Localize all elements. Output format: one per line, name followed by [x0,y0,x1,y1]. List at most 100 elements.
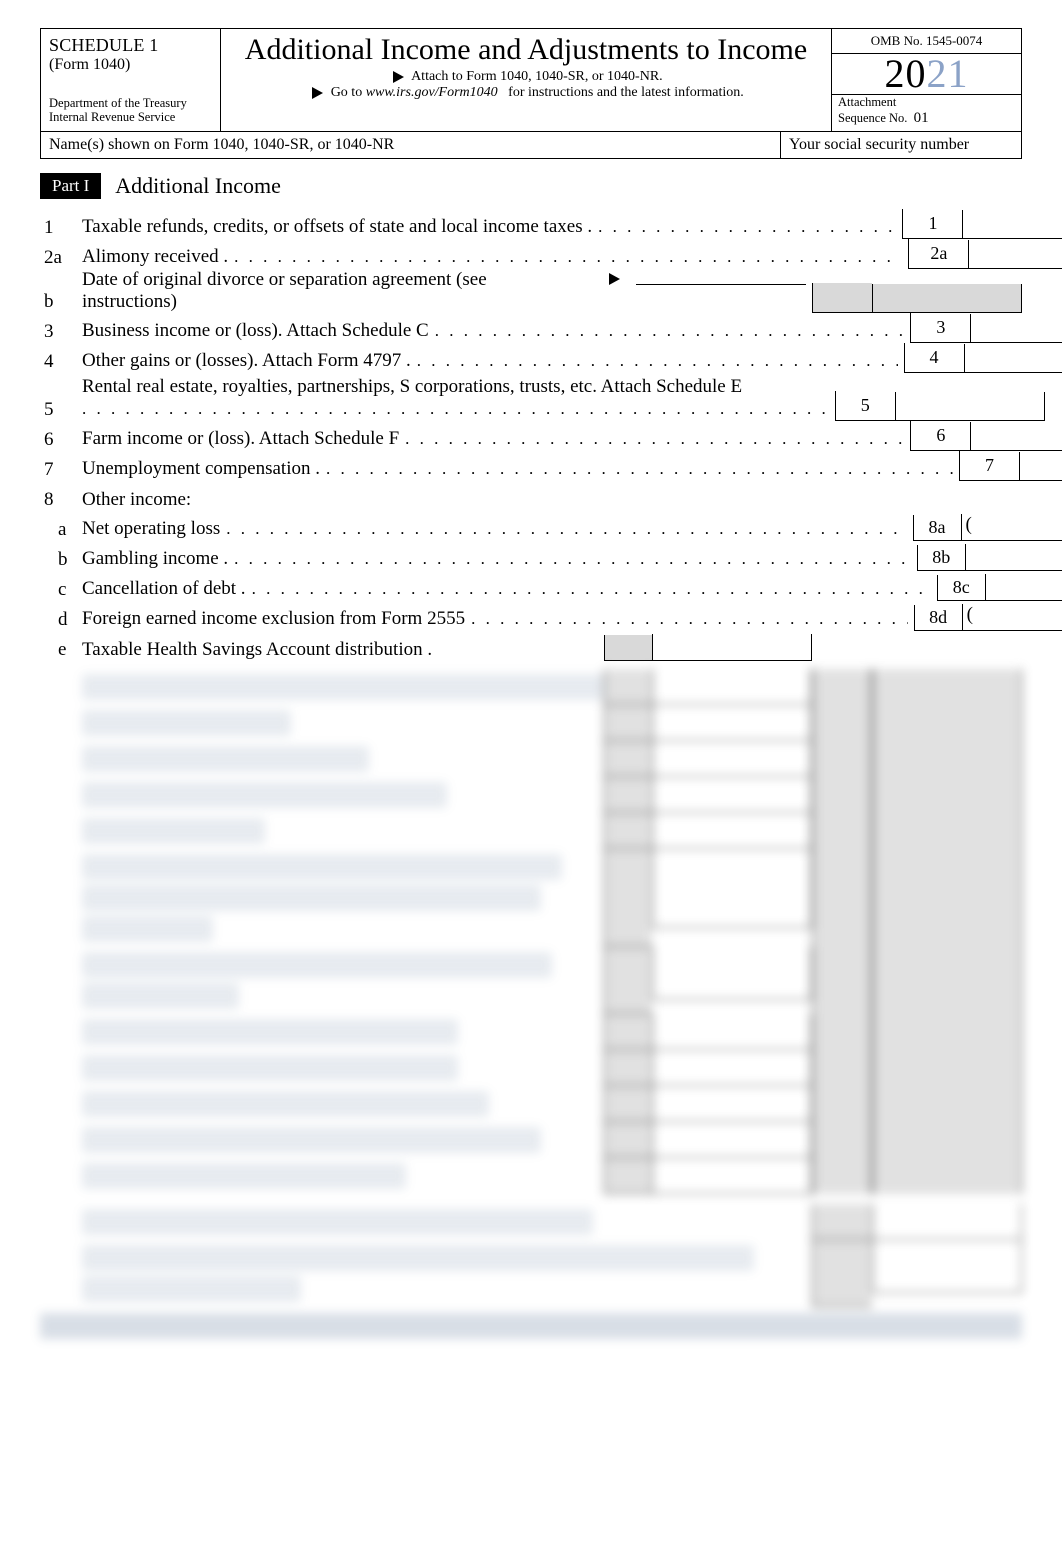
sequence-number: 01 [914,110,929,126]
attachment-label: Attachment [838,95,896,109]
line-number: d [40,609,82,631]
arrow-right-icon [393,71,404,83]
sub-amount-box[interactable] [965,544,1062,571]
amount-box[interactable] [962,210,1062,239]
amount-box[interactable] [970,422,1062,451]
amount-box-label: 6 [910,421,970,451]
year-second: 21 [927,51,969,96]
dot-leader [252,578,931,601]
line-8d: d Foreign earned income exclusion from F… [40,601,1022,631]
form-ref: (Form 1040) [49,56,212,74]
date-input[interactable] [636,284,806,285]
dot-leader [417,350,898,373]
line-number: 3 [40,321,82,343]
line-8c: c Cancellation of debt . 8c [40,571,1022,601]
line-3: 3 Business income or (loss). Attach Sche… [40,313,1022,343]
goto-prefix: Go to [331,85,363,100]
part1-bar: Part I Additional Income [40,173,1022,199]
amount-box[interactable] [895,392,1045,421]
line-text: Date of original divorce or separation a… [82,269,584,313]
arrow-right-icon [312,87,323,99]
attach-to-text: Attach to Form 1040, 1040-SR, or 1040-NR… [411,69,663,84]
line-text: Farm income or (loss). Attach Schedule F [82,428,399,450]
dot-leader [326,458,953,481]
amount-box-label: 4 [904,343,964,373]
line-text: Gambling income . [82,548,228,570]
amount-box-label: 3 [910,313,970,343]
line-number: b [40,291,82,313]
amount-box-shaded [872,284,1022,313]
paren-open: ( [966,514,972,536]
line-number: 8 [40,489,82,511]
dot-leader [471,608,907,631]
ssn-label: Your social security number [781,132,1021,158]
title-cell: Additional Income and Adjustments to Inc… [221,29,831,131]
amount-box-label-shaded [812,283,872,313]
line-5: 5 Rental real estate, royalties, partner… [40,373,1022,421]
line-number: b [40,549,82,571]
form-header: SCHEDULE 1 (Form 1040) Department of the… [40,28,1022,132]
dot-leader [405,428,904,451]
sub-amount-box[interactable] [985,574,1062,601]
amount-box-label: 1 [902,209,962,239]
line-number: c [40,579,82,601]
line-number: 7 [40,459,82,481]
sub-amount-box[interactable]: () [962,604,1062,631]
amount-box-label: 7 [959,451,1019,481]
amount-box-label: 2a [908,239,968,269]
sub-amount-label-shaded [604,635,652,661]
dot-leader [234,246,902,269]
part1-lines: 1 Taxable refunds, credits, or offsets o… [40,209,1022,1339]
goto-suffix: for instructions and the latest informat… [508,85,744,100]
amount-box[interactable] [970,314,1062,343]
line-number: 6 [40,429,82,451]
goto-site: www.irs.gov/Form1040 [366,85,498,100]
line-2a: 2a Alimony received . 2a [40,239,1022,269]
amount-box-label: 5 [835,391,895,421]
paren-open: ( [967,604,973,626]
amount-box[interactable] [1019,452,1062,481]
line-text: Other gains or (losses). Attach Form 479… [82,350,411,372]
line-text: Taxable Health Savings Account distribut… [82,639,432,661]
line-text: Net operating loss [82,518,220,540]
line-number: 5 [40,399,82,421]
line-4: 4 Other gains or (losses). Attach Form 4… [40,343,1022,373]
omb-cell: OMB No. 1545-0074 2021 Attachment Sequen… [831,29,1021,131]
amount-box[interactable] [964,344,1062,373]
line-text: Unemployment compensation . [82,458,320,480]
line-8b: b Gambling income . 8b [40,541,1022,571]
names-shown-label: Name(s) shown on Form 1040, 1040-SR, or … [41,132,781,158]
sub-amount-label: 8b [917,545,965,571]
sub-amount-label: 8d [914,605,962,631]
sub-amount-box[interactable] [652,634,812,661]
attach-to-line: Attach to Form 1040, 1040-SR, or 1040-NR… [233,69,819,85]
line-2b: b Date of original divorce or separation… [40,269,1022,313]
sequence-label: Sequence No. [838,111,907,125]
line-number: 4 [40,351,82,373]
line-number: 2a [40,247,82,269]
line-8a: a Net operating loss 8a () [40,511,1022,541]
dot-leader [82,398,829,421]
part1-title: Additional Income [115,173,281,199]
sub-amount-label: 8c [937,575,985,601]
line-text: Cancellation of debt . [82,578,246,600]
sub-amount-box[interactable]: () [961,514,1062,541]
line-text: Rental real estate, royalties, partnersh… [82,376,742,398]
dept-block: Department of the Treasury Internal Reve… [49,96,212,125]
amount-box[interactable] [968,240,1062,269]
line-7: 7 Unemployment compensation . 7 [40,451,1022,481]
dot-leader [598,216,896,239]
line-number: e [40,639,82,661]
attachment-seq: Attachment Sequence No. 01 [832,94,1021,131]
line-6: 6 Farm income or (loss). Attach Schedule… [40,421,1022,451]
line-number: 1 [40,217,82,239]
blurred-region [40,669,1022,1339]
year-first: 20 [885,51,927,96]
line-text: Business income or (loss). Attach Schedu… [82,320,429,342]
part1-tag: Part I [40,173,101,199]
line-text: Other income: [82,489,191,511]
tax-year: 2021 [832,54,1021,94]
arrow-right-icon [609,273,620,285]
line-8: 8 Other income: [40,481,1022,511]
dot-leader [226,518,906,541]
